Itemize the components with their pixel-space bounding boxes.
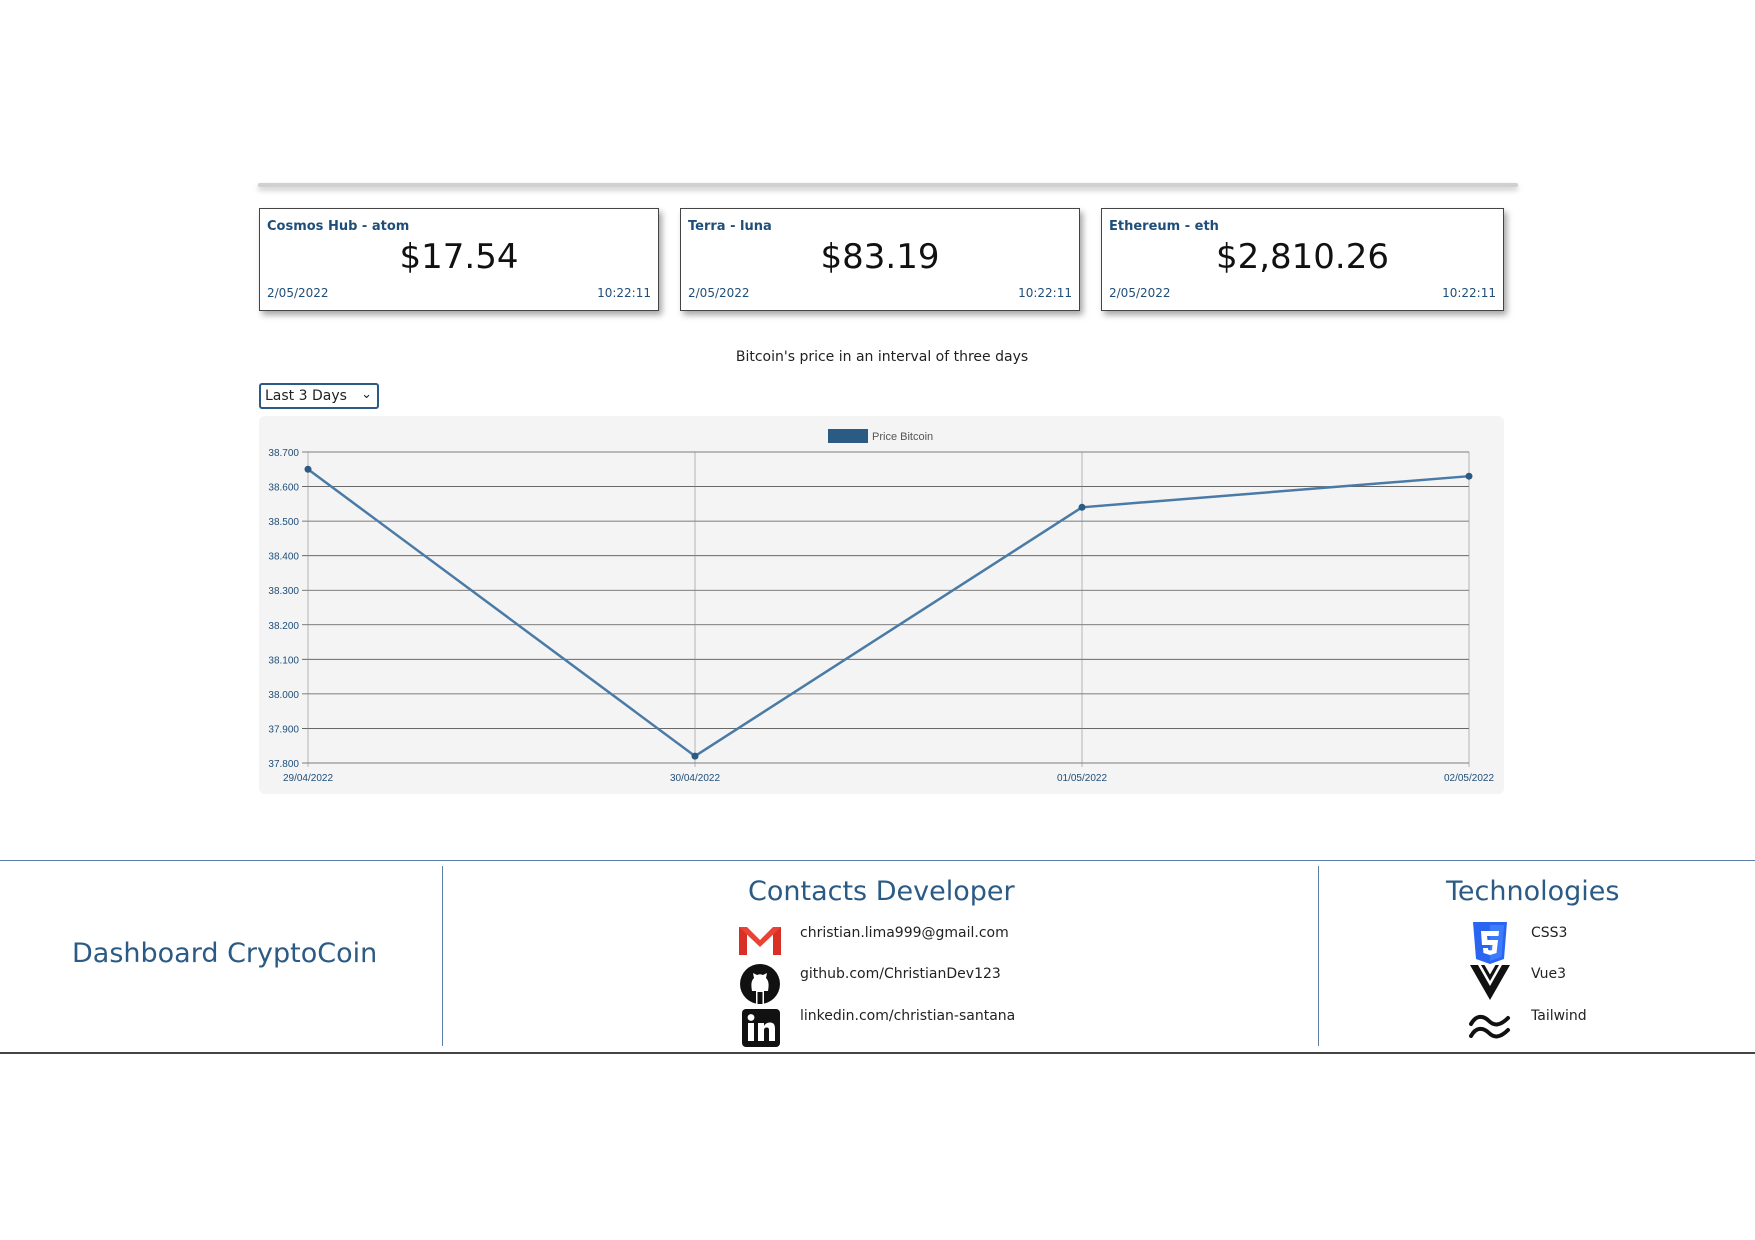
coin-card-luna: Terra - luna $83.19 2/05/2022 10:22:11 [680, 208, 1080, 311]
coin-time: 10:22:11 [1018, 286, 1072, 300]
coin-name: Ethereum - eth [1109, 219, 1219, 234]
x-tick-label: 30/04/2022 [670, 773, 720, 784]
footer-divider [1318, 866, 1319, 1046]
coin-name: Cosmos Hub - atom [267, 219, 410, 234]
css3-icon [1471, 921, 1509, 969]
github-icon [739, 963, 781, 1009]
y-tick-label: 38.000 [268, 690, 299, 701]
tailwind-icon [1468, 1012, 1512, 1046]
coin-date: 2/05/2022 [1109, 286, 1171, 300]
chevron-down-icon: ⌄ [361, 387, 372, 402]
price-chart-panel: 38.700 38.600 38.500 38.400 38.300 38.200 38.1… [259, 416, 1504, 794]
contacts-title: Contacts Developer [748, 876, 1015, 907]
price-line [307, 468, 1470, 758]
price-line-chart: 38.700 38.600 38.500 38.400 38.300 38.200 38.1… [268, 429, 1494, 784]
y-tick-label: 38.400 [268, 552, 299, 563]
technologies-title: Technologies [1446, 876, 1620, 907]
range-select-value: Last 3 Days [265, 388, 347, 404]
tech-tailwind-label: Tailwind [1531, 1008, 1587, 1024]
github-link[interactable]: github.com/ChristianDev123 [800, 966, 1001, 982]
y-tick-label: 38.600 [268, 483, 299, 494]
coin-card-atom: Cosmos Hub - atom $17.54 2/05/2022 10:22… [259, 208, 659, 311]
vue-icon [1470, 965, 1510, 1004]
y-tick-label: 37.900 [268, 724, 299, 735]
coin-price: $17.54 [399, 237, 519, 277]
coin-price: $2,810.26 [1215, 237, 1390, 277]
footer-bottom-border [0, 1052, 1755, 1054]
y-tick-label: 37.800 [268, 759, 299, 770]
footer-top-border [0, 860, 1755, 861]
data-point [304, 465, 312, 473]
brand-title: Dashboard CryptoCoin [72, 938, 378, 969]
x-tick-label: 02/05/2022 [1444, 773, 1494, 784]
chart-title: Bitcoin's price in an interval of three … [735, 349, 1029, 365]
y-tick-label: 38.300 [268, 586, 299, 597]
email-link[interactable]: christian.lima999@gmail.com [800, 925, 1009, 941]
gmail-icon [738, 925, 782, 961]
x-tick-label: 29/04/2022 [283, 773, 333, 784]
y-tick-label: 38.200 [268, 621, 299, 632]
coin-price: $83.19 [820, 237, 940, 277]
x-tick-label: 01/05/2022 [1057, 773, 1107, 784]
data-point [1078, 503, 1086, 511]
y-tick-label: 38.100 [268, 655, 299, 666]
coin-date: 2/05/2022 [688, 286, 750, 300]
tech-css3-label: CSS3 [1531, 925, 1568, 941]
coin-date: 2/05/2022 [267, 286, 329, 300]
coin-time: 10:22:11 [597, 286, 651, 300]
coin-name: Terra - luna [688, 219, 772, 234]
data-point [1465, 472, 1473, 480]
legend-swatch [828, 429, 868, 443]
coin-card-eth: Ethereum - eth $2,810.26 2/05/2022 10:22… [1101, 208, 1504, 311]
y-tick-label: 38.700 [268, 448, 299, 459]
y-tick-label: 38.500 [268, 517, 299, 528]
tech-vue-label: Vue3 [1531, 966, 1567, 982]
range-select[interactable]: Last 3 Days ⌄ [259, 383, 379, 409]
header-shadow-bar [258, 183, 1518, 187]
legend-label: Price Bitcoin [872, 431, 933, 443]
coin-time: 10:22:11 [1442, 286, 1496, 300]
footer-divider [442, 866, 443, 1046]
linkedin-link[interactable]: linkedin.com/christian-santana [800, 1008, 1015, 1024]
linkedin-icon [742, 1009, 780, 1051]
data-point [691, 752, 699, 760]
